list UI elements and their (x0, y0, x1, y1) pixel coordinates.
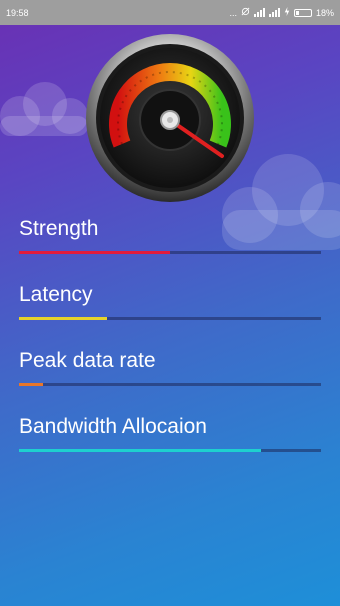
metric-label: Strength (19, 217, 99, 240)
metric-label: Bandwidth Allocaion (19, 415, 207, 438)
app-screen: 19:58 ... 18% Strength Latency Peak data… (0, 0, 340, 606)
status-time: 19:58 (6, 7, 29, 18)
metric-peak-data-rate: Peak data rate (19, 349, 321, 386)
progress-track (19, 383, 321, 386)
notification-dots: ... (229, 7, 237, 18)
signal-icon (253, 8, 265, 17)
progress-fill (19, 251, 170, 254)
battery-icon (293, 8, 312, 17)
signal-icon-2 (268, 8, 280, 17)
metric-bandwidth-allocation: Bandwidth Allocaion (19, 415, 321, 452)
metric-label: Latency (19, 283, 93, 306)
metric-strength: Strength (19, 217, 321, 254)
progress-track (19, 449, 321, 452)
speedometer-icon (86, 34, 254, 202)
progress-track (19, 251, 321, 254)
status-bar: 19:58 ... 18% (0, 0, 340, 25)
metric-latency: Latency (19, 283, 321, 320)
battery-percent: 18% (315, 7, 334, 18)
progress-fill (19, 383, 44, 386)
charging-icon (284, 7, 290, 18)
status-icons: ... 18% (229, 7, 334, 18)
progress-fill (19, 317, 107, 320)
progress-track (19, 317, 321, 320)
alarm-off-icon (241, 7, 250, 18)
progress-fill (19, 449, 261, 452)
metric-label: Peak data rate (19, 349, 156, 372)
